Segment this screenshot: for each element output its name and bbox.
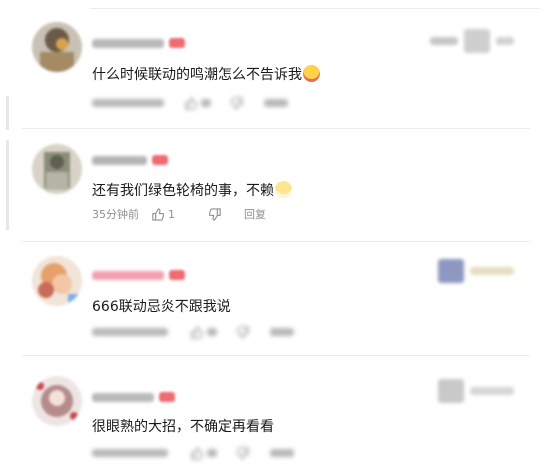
comment-divider: [22, 355, 530, 356]
video-thumbnail[interactable]: [430, 26, 514, 56]
avatar[interactable]: [32, 22, 82, 72]
dislike-button[interactable]: [209, 207, 222, 221]
face-with-hand-over-mouth-emoji: [303, 65, 320, 82]
comment-divider: [22, 241, 530, 242]
avatar[interactable]: [32, 144, 82, 194]
thread-indicator: [6, 96, 9, 130]
comment-meta: [92, 446, 294, 460]
level-badge: [169, 38, 185, 48]
comment-text: 很眼熟的大招，不确定再看看: [92, 419, 274, 435]
grin-emoji: [275, 181, 292, 198]
comment-text: 还有我们绿色轮椅的事，不赖: [92, 180, 292, 200]
level-badge: [159, 392, 175, 402]
reply-button[interactable]: 回复: [244, 206, 266, 222]
comment-text: 什么时候联动的鸣潮怎么不告诉我: [92, 64, 320, 84]
username[interactable]: [92, 268, 185, 282]
avatar[interactable]: [32, 256, 82, 306]
username[interactable]: [92, 390, 175, 404]
comment-text: 666联动忌炎不跟我说: [92, 299, 231, 315]
top-divider: [90, 8, 540, 9]
like-button[interactable]: 1: [151, 208, 175, 221]
comment-meta: [92, 325, 294, 339]
video-thumbnail[interactable]: [438, 376, 514, 406]
avatar[interactable]: [32, 376, 82, 426]
comment-divider: [22, 128, 530, 129]
comment-meta: 35分钟前 1 回复: [92, 206, 266, 222]
comment-meta: [92, 96, 288, 110]
thumbs-down-icon: [209, 207, 221, 221]
comment-time: 35分钟前: [92, 208, 139, 221]
thumbs-up-icon: [152, 207, 164, 221]
username[interactable]: [92, 153, 168, 167]
video-thumbnail[interactable]: [438, 256, 514, 286]
level-badge: [152, 155, 168, 165]
like-count: 1: [168, 207, 175, 221]
thread-indicator: [6, 140, 9, 230]
username[interactable]: [92, 36, 185, 50]
level-badge: [169, 270, 185, 280]
